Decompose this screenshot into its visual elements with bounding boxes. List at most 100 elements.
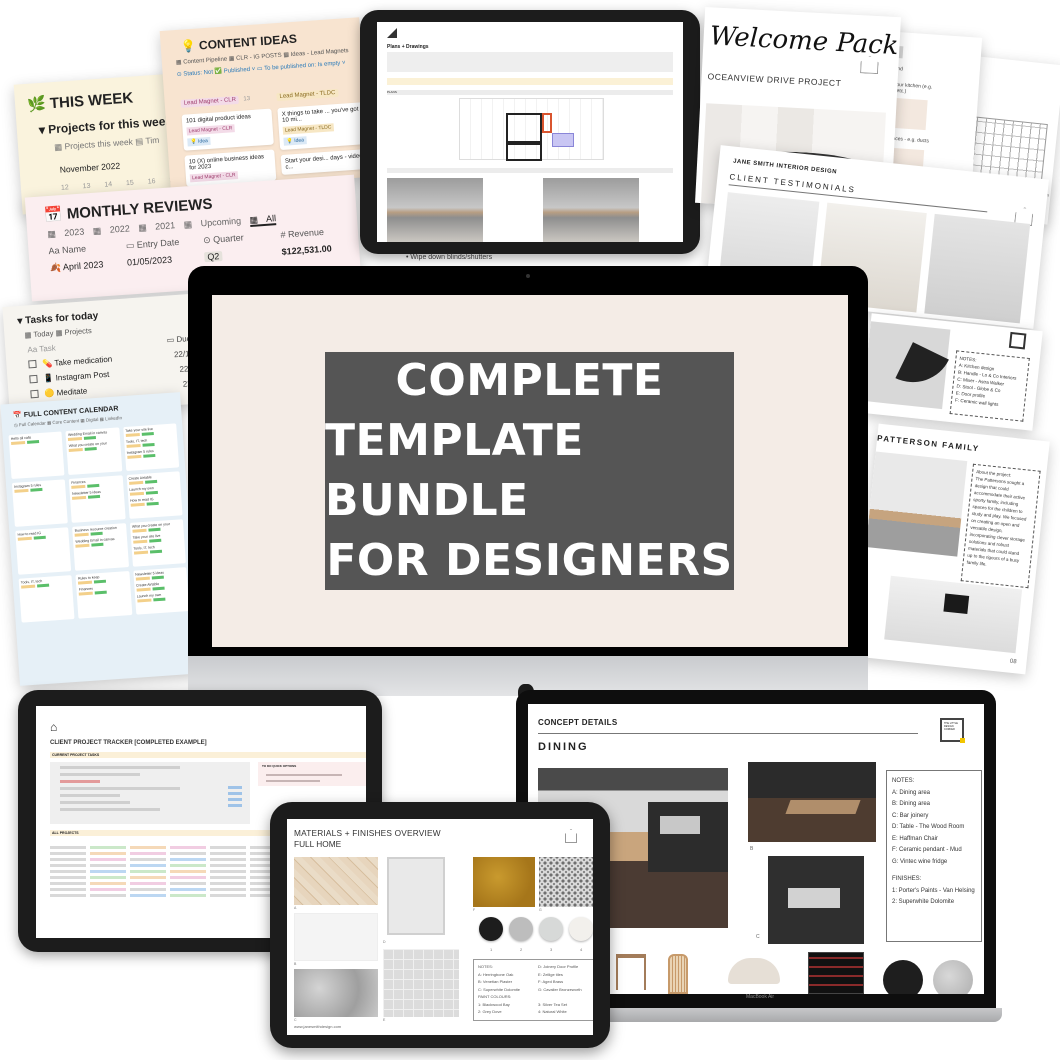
calendar-entry: What you create on your	[69, 441, 119, 453]
ruler-logo-icon	[387, 28, 397, 38]
task-label: 🟡 Meditate	[44, 386, 88, 399]
table-cell	[170, 894, 206, 897]
published-tag	[146, 501, 159, 506]
imac-bezel: COMPLETE TEMPLATE BUNDLE FOR DESIGNERS	[188, 266, 868, 682]
table-cell	[90, 870, 126, 873]
table-cell	[210, 846, 246, 849]
card-tag: Lead Magnet - CLR	[189, 171, 238, 183]
paint-swatch-4	[569, 917, 593, 941]
swatch-label: D	[383, 940, 386, 944]
table-cell	[90, 858, 126, 861]
website-url: www.janesmithdesign.com	[294, 1024, 342, 1029]
table-cell	[130, 852, 166, 855]
headline-line-1: COMPLETE	[395, 355, 664, 406]
plan-pool	[552, 133, 574, 147]
calendar-entry: Wedding Email in canvas	[75, 536, 125, 548]
category-tag	[68, 436, 83, 441]
category-tag	[128, 480, 143, 485]
plan-room	[506, 143, 542, 161]
plans-screen: Plans + Drawings PLANS RENDERINGS	[377, 22, 683, 242]
notion-content-calendar-card: 📅 FULL CONTENT CALENDAR ◷ Full Calendar …	[0, 392, 200, 686]
paint-swatch-3	[539, 917, 563, 941]
notion-content-ideas-card: 💡 CONTENT IDEAS ▦ Content Pipeline ▦ CLR…	[159, 17, 371, 191]
published-tag	[152, 597, 166, 602]
category-tag	[130, 502, 145, 507]
board-card: Start your desi... days - video c...	[280, 148, 371, 175]
row-name: 🍂 April 2023	[49, 259, 104, 274]
table-cell	[50, 888, 86, 891]
table-cell	[210, 888, 246, 891]
design-corner-logo: THE LITTLE DESIGN CORNER	[940, 718, 965, 743]
render-label: B	[750, 846, 754, 852]
card-status: 💡 Idea	[187, 136, 212, 147]
joinery-door-swatch	[387, 857, 445, 935]
materials-note-line: PAINT COLOURS:	[478, 994, 512, 999]
category-tag	[78, 580, 93, 585]
materials-title: MATERIALS + FINISHES OVERVIEW	[294, 828, 441, 838]
calendar-entry: Hello all calls	[11, 434, 61, 446]
task-checkbox[interactable]	[29, 374, 38, 384]
calendar-day-cell: Instagram 5 rules	[11, 479, 69, 527]
concept-note-line: E: Haffman Chair	[892, 835, 938, 842]
calendar-day-cell: Wedding Email in canvas What you create o…	[65, 427, 122, 476]
dolomite-swatch	[294, 969, 378, 1017]
tab-2021: ▦ 2021	[137, 220, 176, 233]
materials-note-line: A: Herringbone Oak	[478, 971, 514, 977]
dining-photo	[865, 451, 968, 557]
table-cell	[130, 864, 166, 867]
task-checkbox[interactable]	[30, 389, 39, 399]
table-cell	[130, 876, 166, 879]
concept-title: DINING	[538, 741, 589, 753]
welcome-pack-subtitle: OCEANVIEW DRIVE PROJECT	[707, 71, 842, 89]
headline-panel: COMPLETE TEMPLATE BUNDLE FOR DESIGNERS	[325, 352, 734, 590]
chair-product	[668, 954, 688, 994]
published-tag	[37, 583, 50, 588]
calendar-day-cell: Tools, IT, tech	[18, 575, 75, 623]
table-cell	[90, 894, 126, 897]
herringbone-oak-swatch	[294, 857, 378, 905]
paint-number: 1	[490, 947, 493, 952]
design-corner-logo	[1008, 331, 1027, 350]
task-line	[60, 780, 100, 783]
table-cell	[50, 876, 86, 879]
published-tag	[152, 586, 165, 591]
published-tag	[33, 535, 46, 540]
concept-note-line: NOTES:	[892, 778, 915, 784]
plans-title: Plans + Drawings	[387, 44, 429, 50]
concept-note-line: D: Table - The Wood Room	[892, 824, 965, 830]
plan-room	[542, 113, 552, 133]
card-title: X things to take ... you've got 10 mi...	[281, 106, 359, 124]
aged-brass-swatch	[473, 857, 535, 907]
task-line	[60, 773, 140, 776]
todo-line	[266, 774, 342, 776]
category-tag	[72, 495, 87, 500]
category-tag	[132, 528, 147, 533]
swatch-label: C	[294, 1018, 297, 1022]
materials-note-line: 3: Silver Tea Set	[538, 1001, 568, 1007]
swatch-label: B	[294, 962, 297, 966]
materials-notes-box: NOTES: A: Herringbone Oak B: Venetian Plas…	[473, 959, 593, 1021]
task-line	[60, 794, 120, 797]
task-checkbox[interactable]	[28, 359, 37, 369]
calendar-entry: Newsletter 5 ideas	[72, 488, 122, 500]
published-tag	[91, 542, 104, 547]
table-cell	[170, 888, 206, 891]
card-title: 101 digital product ideas	[185, 114, 252, 125]
checklist-item: • Wipe down blinds/shutters	[406, 254, 493, 261]
published-tag	[94, 579, 107, 584]
plan-room	[506, 113, 542, 143]
concept-note-line: C: Bar joinery	[892, 812, 929, 819]
published-tag	[87, 483, 100, 488]
table-cell	[170, 870, 206, 873]
welcome-pack-title: Welcome Pack	[708, 21, 900, 62]
calendar-grid: Hello all calls Wedding Email in canvas Wh…	[2, 417, 196, 629]
plans-tablet: Plans + Drawings PLANS RENDERINGS	[360, 10, 700, 254]
table-cell	[170, 882, 206, 885]
calendar-day-cell: Hello all calls	[8, 431, 65, 480]
category-tag	[136, 587, 151, 592]
published-tag	[84, 436, 97, 440]
rangehood-image	[943, 593, 970, 614]
tab-2022: ▦ 2022	[92, 223, 131, 236]
testimonials-kicker: JANE SMITH INTERIOR DESIGN	[732, 158, 838, 176]
table-cell	[90, 876, 126, 879]
